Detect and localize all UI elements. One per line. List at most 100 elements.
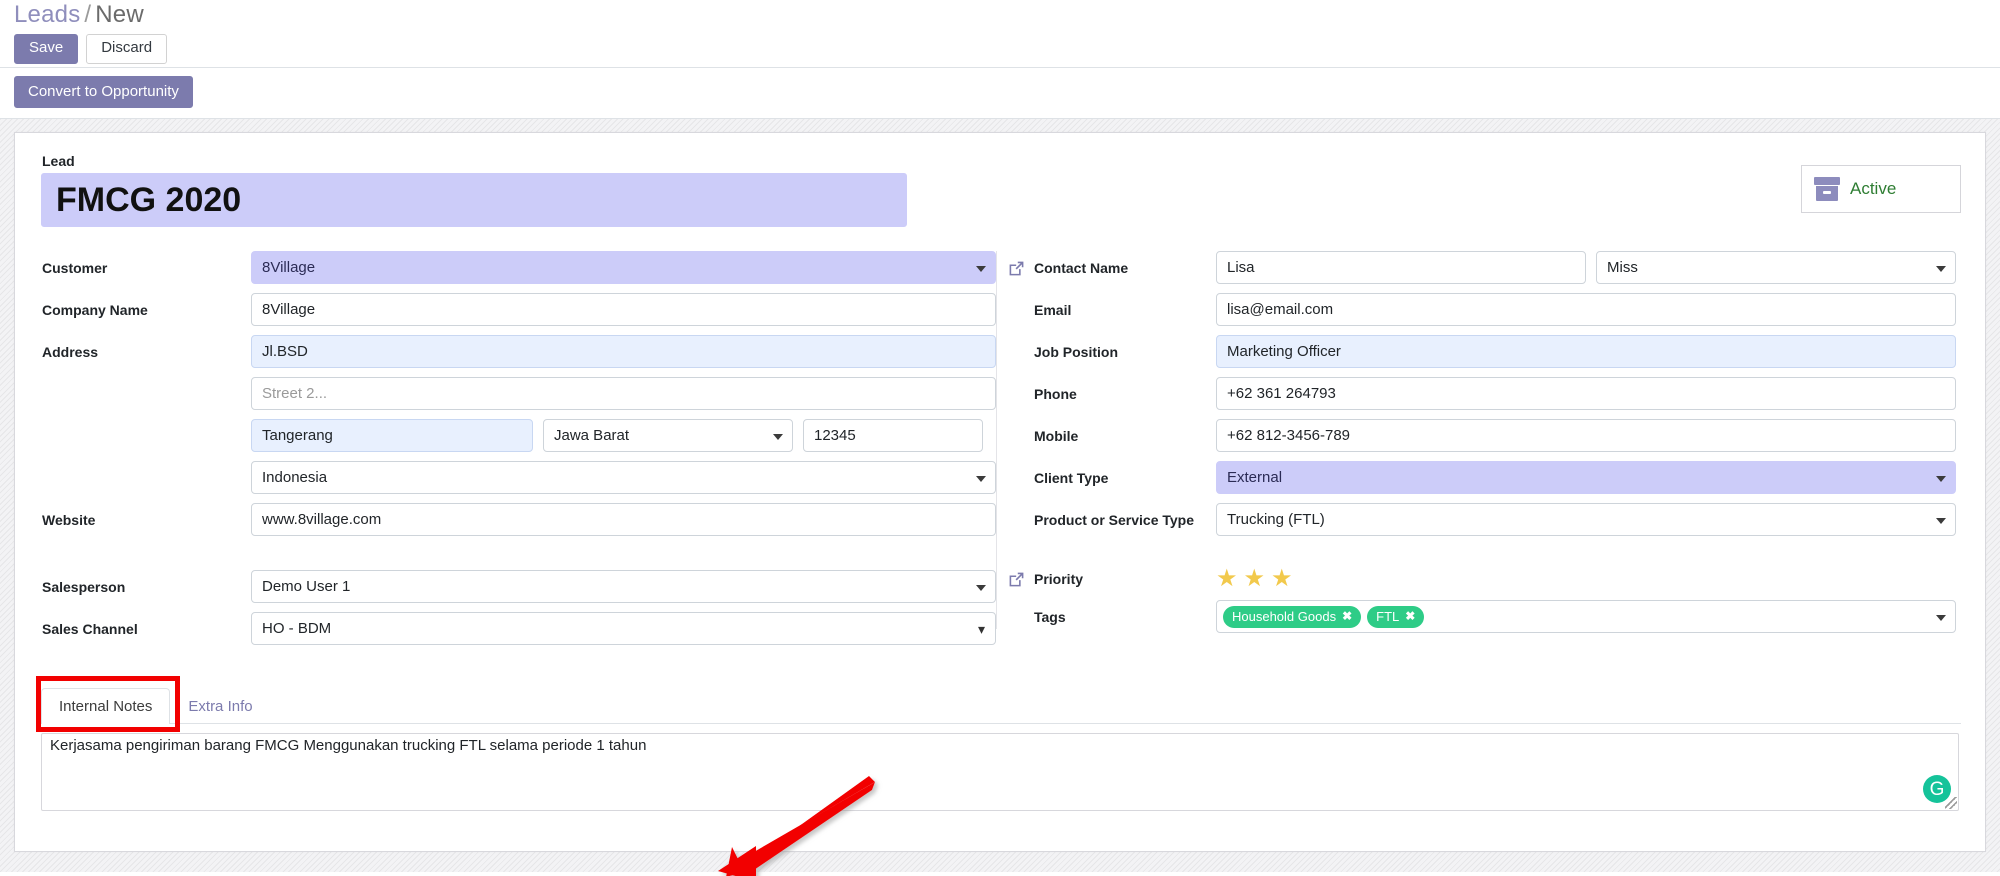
breadcrumb: Leads / New	[14, 0, 1986, 29]
status-badge[interactable]: Active	[1801, 165, 1961, 213]
tag-remove-icon[interactable]: ✖	[1342, 609, 1352, 623]
field-mobile: Mobile +62 812-3456-789	[1006, 419, 1956, 452]
form-sheet: Active Lead FMCG 2020 Customer 8Village	[14, 132, 1986, 852]
mobile-input[interactable]: +62 812-3456-789	[1216, 419, 1956, 452]
statusbar-buttons: Convert to Opportunity	[0, 68, 2000, 119]
mobile-label: Mobile	[1034, 428, 1079, 444]
job-position-label: Job Position	[1034, 344, 1118, 360]
chevron-down-icon	[976, 475, 986, 482]
salesperson-select[interactable]: Demo User 1	[251, 570, 996, 603]
tags-label: Tags	[1034, 609, 1066, 625]
tab-extra-info[interactable]: Extra Info	[170, 688, 270, 724]
phone-label: Phone	[1034, 386, 1077, 402]
status-badge-label: Active	[1850, 179, 1897, 198]
email-input[interactable]: lisa@email.com	[1216, 293, 1956, 326]
priority-label: Priority	[1006, 562, 1216, 588]
address-state-value: Jawa Barat	[554, 427, 630, 444]
customer-value: 8Village	[262, 259, 316, 276]
discard-button[interactable]: Discard	[86, 34, 168, 64]
address-street-input[interactable]: Jl.BSD	[251, 335, 996, 368]
priority-star-2[interactable]: ★	[1244, 567, 1266, 591]
salesperson-value: Demo User 1	[262, 578, 351, 595]
field-tags: Tags Household Goods ✖ FTL ✖	[1006, 600, 1956, 633]
chevron-down-icon	[1936, 265, 1946, 272]
lead-field-label: Lead	[42, 153, 75, 169]
tag-label: FTL	[1376, 608, 1400, 624]
textarea-resize-handle[interactable]	[1945, 797, 1957, 809]
client-type-select[interactable]: External	[1216, 461, 1956, 494]
field-phone: Phone +62 361 264793	[1006, 377, 1956, 410]
notebook-tabbar: Internal Notes Extra Info	[41, 684, 1961, 724]
address-state-select[interactable]: Jawa Barat	[543, 419, 793, 452]
chevron-down-icon	[1936, 517, 1946, 524]
lead-name-input[interactable]: FMCG 2020	[41, 173, 907, 227]
priority-stars[interactable]: ★ ★ ★	[1216, 562, 1956, 591]
tag-chip[interactable]: FTL ✖	[1367, 605, 1425, 628]
sales-channel-select[interactable]: HO - BDM ▾	[251, 612, 996, 645]
external-link-icon[interactable]	[1008, 571, 1025, 588]
notebook: Internal Notes Extra Info Kerjasama peng…	[36, 676, 1961, 876]
control-panel: Leads / New Save Discard	[0, 0, 2000, 68]
chevron-down-icon	[976, 584, 986, 591]
tab-internal-notes[interactable]: Internal Notes	[41, 688, 171, 724]
field-customer: Customer 8Village	[41, 251, 996, 284]
field-salesperson: Salesperson Demo User 1	[41, 570, 996, 603]
contact-name-label-text: Contact Name	[1034, 260, 1129, 276]
field-website: Website www.8village.com	[41, 503, 996, 536]
field-sales-channel: Sales Channel HO - BDM ▾	[41, 612, 996, 645]
breadcrumb-root[interactable]: Leads	[14, 1, 80, 28]
internal-notes-textarea[interactable]: Kerjasama pengiriman barang FMCG Menggun…	[41, 733, 1959, 811]
address-city-input[interactable]: Tangerang	[251, 419, 533, 452]
product-service-type-select[interactable]: Trucking (FTL)	[1216, 503, 1956, 536]
chevron-down-icon[interactable]	[1936, 614, 1946, 621]
company-name-label: Company Name	[42, 302, 148, 318]
client-type-label: Client Type	[1034, 470, 1109, 486]
contact-salutation-value: Miss	[1607, 259, 1638, 276]
internal-notes-text: Kerjasama pengiriman barang FMCG Menggun…	[50, 737, 647, 754]
website-input[interactable]: www.8village.com	[251, 503, 996, 536]
product-service-type-label: Product or Service Type	[1034, 512, 1195, 528]
external-link-icon[interactable]	[1008, 260, 1025, 277]
field-client-type: Client Type External	[1006, 461, 1956, 494]
priority-star-1[interactable]: ★	[1216, 567, 1238, 591]
archive-box-icon	[1814, 177, 1840, 201]
contact-name-input[interactable]: Lisa	[1216, 251, 1586, 284]
address-street2-input[interactable]: Street 2...	[251, 377, 996, 410]
tag-label: Household Goods	[1232, 608, 1337, 624]
form-columns: Customer 8Village Company Name 8Village	[41, 251, 1961, 654]
chevron-down-icon: ▾	[977, 620, 985, 637]
customer-select[interactable]: 8Village	[251, 251, 996, 284]
breadcrumb-separator: /	[84, 1, 92, 28]
tag-remove-icon[interactable]: ✖	[1405, 609, 1415, 623]
email-label: Email	[1034, 302, 1072, 318]
priority-star-3[interactable]: ★	[1271, 567, 1293, 591]
customer-label: Customer	[42, 260, 108, 276]
tag-chip[interactable]: Household Goods ✖	[1223, 605, 1362, 628]
field-email: Email lisa@email.com	[1006, 293, 1956, 326]
product-service-type-value: Trucking (FTL)	[1227, 511, 1325, 528]
salesperson-label: Salesperson	[42, 579, 126, 595]
page-background: Active Lead FMCG 2020 Customer 8Village	[0, 119, 2000, 876]
form-column-right: Contact Name Lisa Miss Email lisa@email.…	[996, 251, 1956, 654]
tags-input[interactable]: Household Goods ✖ FTL ✖	[1216, 600, 1956, 633]
form-action-buttons: Save Discard	[14, 34, 1986, 64]
company-name-input[interactable]: 8Village	[251, 293, 996, 326]
address-country-select[interactable]: Indonesia	[251, 461, 996, 494]
save-button[interactable]: Save	[14, 34, 79, 64]
sales-channel-label: Sales Channel	[42, 621, 138, 637]
form-column-left: Customer 8Village Company Name 8Village	[41, 251, 996, 654]
field-address: Address Jl.BSD Street 2... Tangerang Jaw…	[41, 335, 996, 494]
contact-salutation-select[interactable]: Miss	[1596, 251, 1956, 284]
phone-input[interactable]: +62 361 264793	[1216, 377, 1956, 410]
address-label: Address	[42, 344, 99, 360]
job-position-input[interactable]: Marketing Officer	[1216, 335, 1956, 368]
address-city-state-zip: Tangerang Jawa Barat 12345	[251, 419, 996, 452]
address-zip-input[interactable]: 12345	[803, 419, 983, 452]
convert-to-opportunity-button[interactable]: Convert to Opportunity	[14, 76, 193, 108]
priority-label-text: Priority	[1034, 571, 1084, 587]
field-product-service-type: Product or Service Type Trucking (FTL)	[1006, 503, 1956, 536]
contact-name-label: Contact Name	[1006, 251, 1216, 277]
field-job-position: Job Position Marketing Officer	[1006, 335, 1956, 368]
breadcrumb-current: New	[95, 1, 144, 28]
chevron-down-icon	[773, 433, 783, 440]
